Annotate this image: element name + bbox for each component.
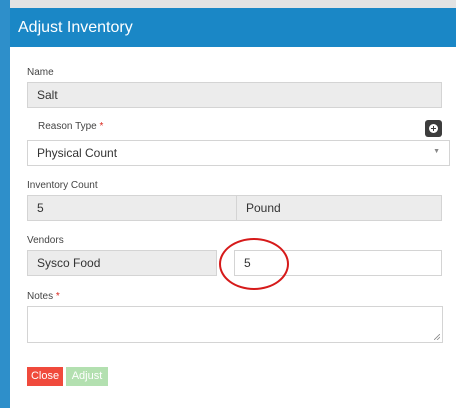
- caret-down-icon: ▼: [433, 148, 440, 155]
- modal-top-bar: [10, 0, 456, 8]
- reason-type-select[interactable]: Physical Count ▼: [27, 140, 450, 166]
- vendor-name-field: Sysco Food: [27, 250, 217, 276]
- add-reason-type-button[interactable]: [425, 120, 442, 137]
- resize-handle-icon[interactable]: [434, 334, 440, 340]
- reason-type-selected-value: Physical Count: [37, 146, 118, 160]
- modal-title: Adjust Inventory: [18, 19, 133, 36]
- notes-textarea[interactable]: [27, 306, 443, 343]
- required-marker: *: [55, 291, 60, 302]
- adjust-button[interactable]: Adjust: [66, 367, 108, 386]
- inventory-unit-value: Pound: [246, 201, 281, 215]
- close-button[interactable]: Close: [27, 367, 63, 386]
- notes-label: Notes *: [27, 291, 60, 302]
- annotation-circle: [219, 238, 289, 290]
- modal-header: Adjust Inventory: [10, 8, 456, 47]
- vendors-label: Vendors: [27, 235, 64, 246]
- reason-type-label-text: Reason Type: [38, 121, 97, 132]
- name-label: Name: [27, 67, 54, 78]
- notes-label-text: Notes: [27, 291, 54, 302]
- background-window-edge: [0, 0, 10, 408]
- inventory-count-label: Inventory Count: [27, 180, 98, 191]
- name-value: Salt: [37, 88, 58, 102]
- reason-type-label: Reason Type *: [38, 121, 103, 132]
- plus-circle-icon: [429, 124, 438, 133]
- inventory-count-value: 5: [37, 201, 44, 215]
- adjust-inventory-modal: Adjust Inventory Name Salt Reason Type *…: [10, 0, 456, 408]
- vendor-name-value: Sysco Food: [37, 256, 101, 270]
- name-field: Salt: [27, 82, 442, 108]
- inventory-unit-field: Pound: [236, 195, 442, 221]
- inventory-count-field: 5: [27, 195, 237, 221]
- required-marker: *: [99, 121, 104, 132]
